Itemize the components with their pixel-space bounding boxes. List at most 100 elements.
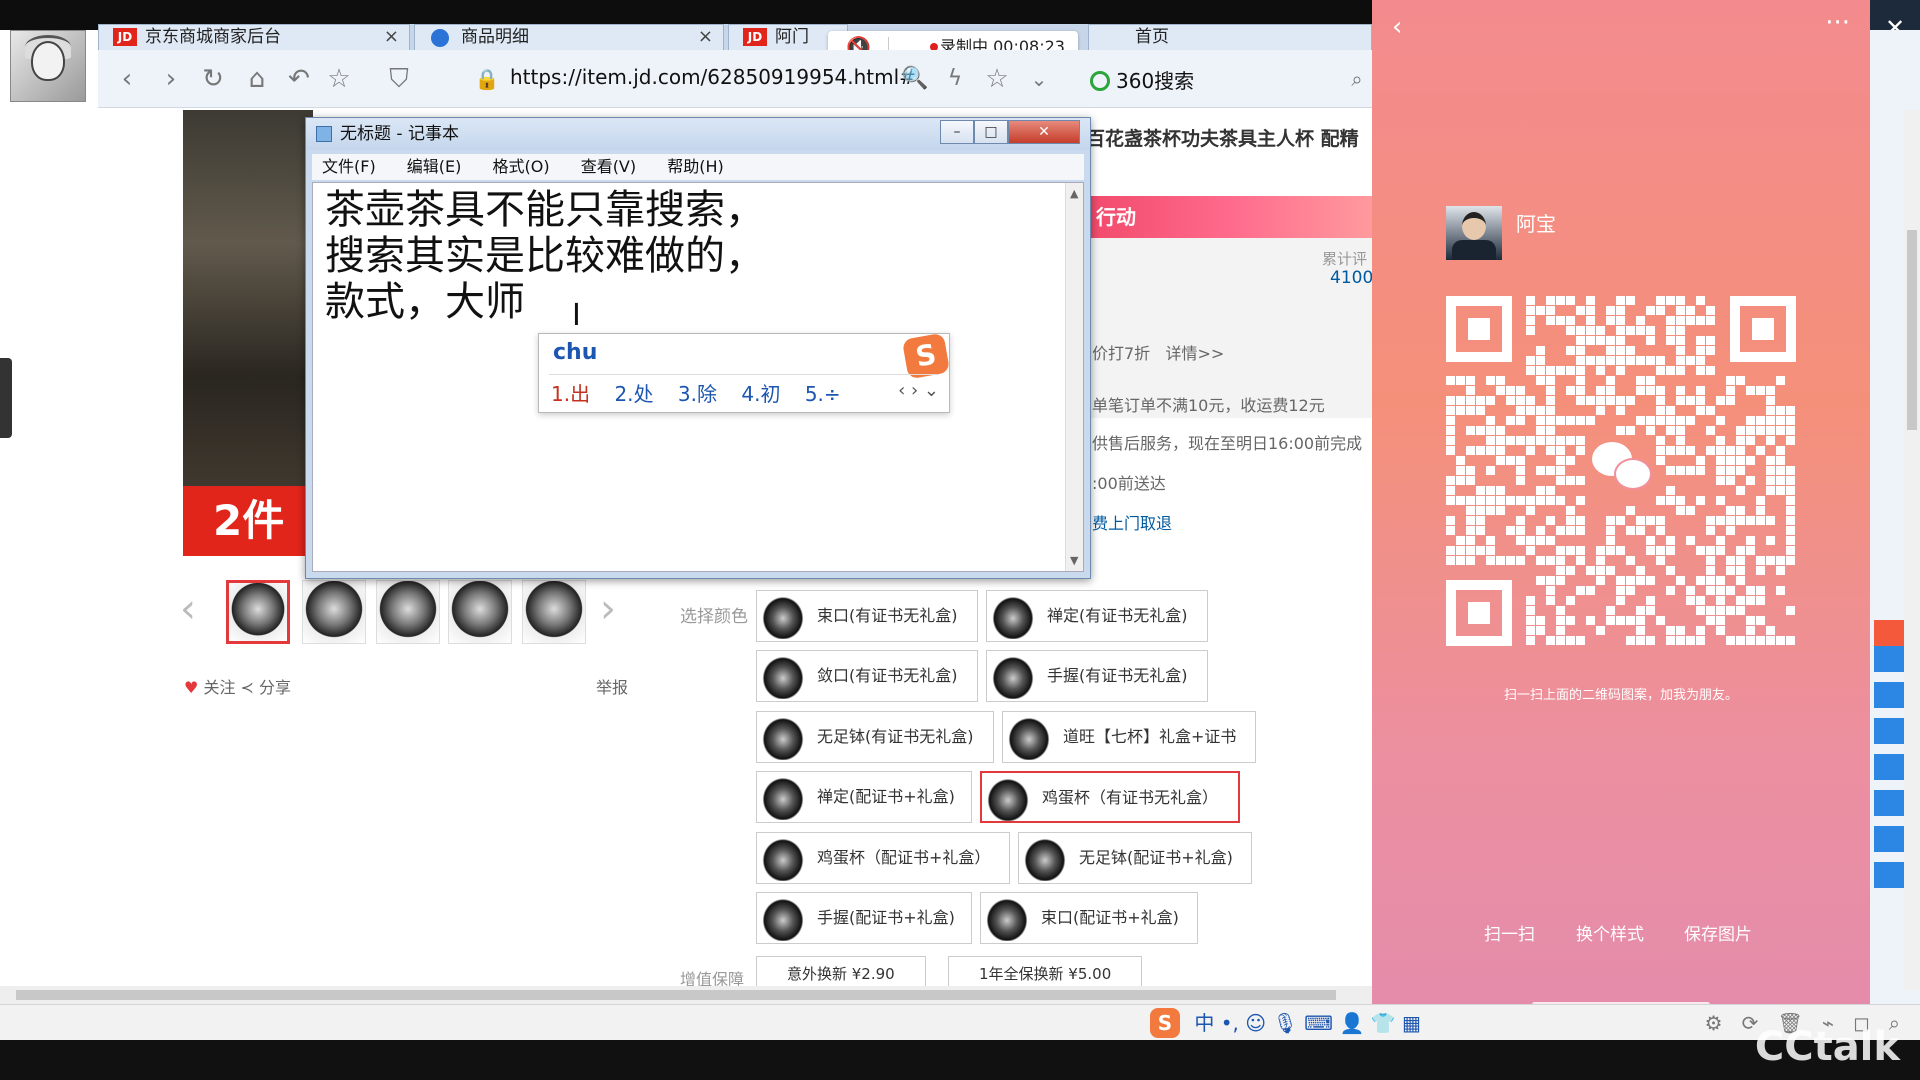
address-bar[interactable]: https://item.jd.com/62850919954.html#: [510, 65, 916, 89]
color-option[interactable]: 无足钵(配证书+礼盒): [1018, 832, 1252, 884]
zoom-icon[interactable]: 🔍: [900, 64, 930, 94]
chevron-down-icon[interactable]: ⌄: [1024, 64, 1054, 94]
color-option[interactable]: 束口(有证书无礼盒): [756, 590, 978, 642]
qr-module: [1496, 446, 1505, 455]
qr-module: [1676, 426, 1685, 435]
horizontal-scrollbar[interactable]: [0, 986, 1372, 1004]
pickup-text[interactable]: 费上门取退: [1092, 510, 1172, 534]
lightning-icon[interactable]: ϟ: [940, 64, 970, 94]
ime-candidate[interactable]: 4.初: [741, 382, 780, 406]
thumb-prev-icon[interactable]: ‹: [180, 586, 196, 632]
tab-jd-backend[interactable]: JD 京东商城商家后台 ×: [98, 24, 410, 50]
grid-icon[interactable]: ▦: [1402, 1011, 1421, 1035]
qr-module: [1486, 376, 1495, 385]
color-option[interactable]: 禅定(有证书无礼盒): [986, 590, 1208, 642]
undo-icon[interactable]: ↶: [284, 64, 314, 94]
qr-module: [1466, 476, 1475, 485]
qr-module: [1736, 606, 1745, 615]
forward-icon[interactable]: ›: [156, 64, 186, 94]
color-option[interactable]: 敛口(有证书无礼盒): [756, 650, 978, 702]
search-icon[interactable]: ⌕: [1342, 64, 1372, 94]
qr-module: [1536, 466, 1545, 475]
tab-product-detail[interactable]: 商品明细 ×: [414, 24, 724, 50]
scan-button[interactable]: 扫一扫: [1484, 920, 1535, 945]
qr-module: [1576, 386, 1585, 395]
warranty-option[interactable]: 意外换新 ¥2.90: [756, 956, 926, 990]
side-handle[interactable]: [0, 358, 12, 438]
home-icon[interactable]: ⌂: [242, 64, 272, 94]
details-link[interactable]: 详情>>: [1165, 344, 1224, 363]
notepad-scrollbar[interactable]: ▲ ▼: [1065, 183, 1083, 571]
select-color-label: 选择颜色: [680, 607, 748, 627]
qr-code[interactable]: [1446, 296, 1796, 646]
maximize-button[interactable]: □: [974, 120, 1008, 144]
qr-module: [1636, 376, 1645, 385]
color-option[interactable]: 手握(配证书+礼盒): [756, 892, 972, 944]
minimize-button[interactable]: –: [940, 120, 974, 144]
cumulative-value[interactable]: 4100: [1330, 268, 1373, 288]
punctuation-icon[interactable]: •,: [1221, 1011, 1239, 1035]
vertical-scrollbar[interactable]: [1904, 110, 1920, 990]
qr-module: [1756, 586, 1765, 595]
qr-module: [1446, 396, 1455, 405]
mic-icon[interactable]: 🎙: [1272, 1011, 1297, 1035]
thumbnail[interactable]: [522, 580, 586, 644]
user-avatar[interactable]: [10, 30, 86, 102]
user-icon[interactable]: 👤: [1339, 1011, 1364, 1035]
save-image-button[interactable]: 保存图片: [1684, 920, 1752, 945]
close-button[interactable]: ✕: [1008, 120, 1080, 144]
close-icon[interactable]: ×: [698, 25, 713, 49]
color-option[interactable]: 鸡蛋杯（配证书+礼盒）: [756, 832, 1010, 884]
menu-file[interactable]: 文件(F): [322, 157, 376, 176]
menu-edit[interactable]: 编辑(E): [407, 157, 462, 176]
follow-button[interactable]: 关注: [203, 678, 235, 697]
qr-module: [1546, 306, 1555, 315]
color-option[interactable]: 道旺【七杯】礼盒+证书: [1002, 711, 1256, 763]
refresh-icon[interactable]: ↻: [198, 64, 228, 94]
color-option[interactable]: 束口(配证书+礼盒): [980, 892, 1198, 944]
color-option[interactable]: 手握(有证书无礼盒): [986, 650, 1208, 702]
thumbnail[interactable]: [448, 580, 512, 644]
keyboard-icon[interactable]: ⌨: [1304, 1011, 1333, 1035]
star-icon[interactable]: ☆: [324, 64, 354, 94]
ime-candidate[interactable]: 1.出: [551, 382, 590, 406]
back-icon[interactable]: ‹: [112, 64, 142, 94]
menu-format[interactable]: 格式(O): [493, 157, 550, 176]
thumbnail[interactable]: [226, 580, 290, 644]
tray-icon[interactable]: ⚙: [1705, 1011, 1723, 1035]
back-icon[interactable]: ‹: [1392, 12, 1402, 42]
qr-module: [1756, 386, 1765, 395]
heart-icon[interactable]: ♥: [184, 678, 198, 697]
color-option[interactable]: 无足钵(有证书无礼盒): [756, 711, 994, 763]
emoji-icon[interactable]: ☺: [1245, 1011, 1266, 1035]
ime-candidate[interactable]: 3.除: [678, 382, 717, 406]
ime-candidate[interactable]: 5.÷: [805, 382, 841, 406]
menu-help[interactable]: 帮助(H): [667, 157, 724, 176]
menu-view[interactable]: 查看(V): [581, 157, 636, 176]
favorite-icon[interactable]: ☆: [982, 64, 1012, 94]
delivery-text: :00前送达: [1092, 474, 1166, 493]
ime-mode[interactable]: 中: [1194, 1011, 1214, 1035]
thumbnail[interactable]: [302, 580, 366, 644]
thumbnail[interactable]: [376, 580, 440, 644]
change-style-button[interactable]: 换个样式: [1576, 920, 1644, 945]
qr-module: [1696, 576, 1705, 585]
qr-module: [1726, 376, 1735, 385]
color-option[interactable]: 禅定(配证书+礼盒): [756, 771, 972, 823]
color-option-selected[interactable]: 鸡蛋杯（有证书无礼盒）: [980, 771, 1240, 823]
share-icon[interactable]: ≺: [241, 678, 254, 697]
ime-page-nav[interactable]: ‹ › ⌄: [898, 380, 939, 401]
share-button[interactable]: 分享: [259, 678, 291, 697]
tab-label: 京东商城商家后台: [145, 27, 281, 47]
ime-toolbar[interactable]: S 中 •, ☺ 🎙 ⌨ 👤 👕 ▦: [1150, 1007, 1421, 1038]
warranty-option[interactable]: 1年全保换新 ¥5.00: [948, 956, 1143, 990]
qr-module: [1576, 586, 1585, 595]
thumb-next-icon[interactable]: ›: [600, 586, 616, 632]
ime-candidate[interactable]: 2.处: [614, 382, 653, 406]
tab-home[interactable]: 首页: [1088, 24, 1372, 50]
more-icon[interactable]: ···: [1825, 8, 1850, 38]
close-icon[interactable]: ×: [384, 25, 399, 49]
report-link[interactable]: 举报: [596, 674, 628, 698]
search-engine-selector[interactable]: 360搜索: [1090, 65, 1194, 94]
shirt-icon[interactable]: 👕: [1371, 1011, 1396, 1035]
